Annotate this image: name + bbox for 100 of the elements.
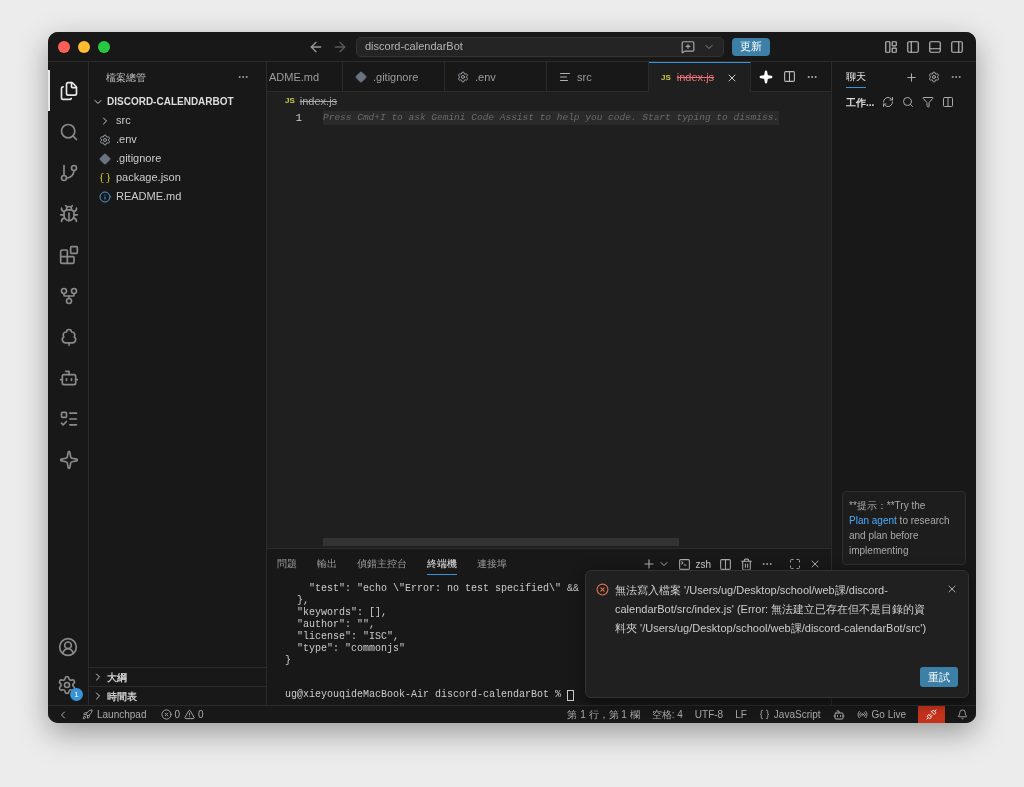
folder-name: DISCORD-CALENDARBOT <box>107 95 234 109</box>
panel-tab[interactable]: 連接埠 <box>477 553 507 575</box>
layout-icon[interactable] <box>884 39 898 54</box>
secondary-sidebar-toggle-icon[interactable] <box>950 39 964 54</box>
section-title: 大綱 <box>107 670 127 685</box>
update-button[interactable]: 更新 <box>732 37 770 56</box>
go-live-button[interactable]: Go Live <box>871 707 906 722</box>
warning-icon <box>184 709 196 720</box>
panel-tab[interactable]: 偵錯主控台 <box>357 553 407 575</box>
close-icon[interactable] <box>809 558 821 570</box>
tip-card: **提示：**Try the Plan agent to research and plan before implementing <box>842 491 966 565</box>
file-name: README.md <box>116 189 182 205</box>
file-tree-item[interactable]: .env <box>89 130 266 149</box>
tab-label: index.js <box>676 70 715 86</box>
close-icon[interactable] <box>946 583 958 595</box>
braces-icon <box>758 709 770 720</box>
editor-tab[interactable]: JS index.js <box>649 62 751 92</box>
terminal-line: "test": "echo \"Error: no test specified\" && <box>308 583 580 595</box>
terminal-prompt: ug@xieyouqideMacBook-Air discord-calendarBot % <box>285 689 563 701</box>
search-icon[interactable] <box>902 96 915 108</box>
error-count[interactable]: 0 <box>174 707 181 722</box>
command-search-field[interactable]: discord-calendarBot <box>356 36 724 57</box>
gear-icon <box>457 71 469 83</box>
tab-label: .env <box>475 69 496 85</box>
breadcrumb-item[interactable]: index.js <box>299 92 338 110</box>
terminal-line: }, <box>296 595 309 607</box>
explorer-title: 檔案總管 <box>106 70 146 85</box>
section-title: 工作... <box>846 95 875 110</box>
file-name: .gitignore <box>116 151 162 167</box>
panel-toggle-icon[interactable] <box>928 39 942 54</box>
broadcast-icon <box>856 709 868 720</box>
gear-icon <box>99 133 111 146</box>
editor-tab[interactable]: .gitignore <box>343 62 445 92</box>
file-tree-item[interactable]: package.json <box>89 168 266 187</box>
terminal-line: "keywords": [], <box>296 607 388 619</box>
file-name: package.json <box>116 170 181 186</box>
file-name: src <box>116 113 131 129</box>
chat-plus-icon[interactable] <box>681 39 695 54</box>
section-title: 時間表 <box>107 689 137 704</box>
disconnected-button[interactable] <box>918 706 945 723</box>
indentation[interactable]: 空格: 4 <box>651 707 683 722</box>
settings-icon[interactable] <box>928 71 940 83</box>
explorer-root-row[interactable]: DISCORD-CALENDARBOT <box>89 92 266 111</box>
panel-tab[interactable]: 輸出 <box>317 553 337 575</box>
retry-button[interactable]: 重試 <box>920 667 958 687</box>
terminal-icon <box>678 557 692 571</box>
shell-name[interactable]: zsh <box>695 556 711 572</box>
rocket-icon <box>82 709 93 720</box>
file-tree-item[interactable]: src <box>89 111 266 130</box>
tab-label: .gitignore <box>373 69 419 85</box>
terminal-line: "type": "commonjs" <box>296 643 406 655</box>
search-text: discord-calendarBot <box>365 39 464 55</box>
editor-tab[interactable]: .env <box>445 62 547 92</box>
error-icon <box>160 709 172 720</box>
minimize-window-button[interactable] <box>78 40 90 53</box>
notification-count-badge: 1 <box>70 688 83 701</box>
sidebar-toggle-icon[interactable] <box>906 39 920 54</box>
plus-icon[interactable] <box>905 70 918 84</box>
plug-icon <box>926 709 937 720</box>
file-name: .env <box>116 132 137 148</box>
maximize-icon[interactable] <box>789 558 801 570</box>
account-icon[interactable] <box>58 637 78 657</box>
panel-tab[interactable]: 終端機 <box>427 553 457 575</box>
trash-icon[interactable] <box>740 557 753 571</box>
panel-tab[interactable]: 問題 <box>277 553 297 575</box>
terminal-line: } <box>285 655 291 667</box>
error-message: 無法寫入檔案 '/Users/ug/Desktop/school/web課/discord-calendarBot/src/index.js' (Error: 無法建立已存在但不是目錄的資料夾 '/Users/ug/Desktop/school/web課/discord-calendarBot/src') <box>615 583 928 636</box>
split-terminal-icon[interactable] <box>719 557 732 571</box>
close-window-button[interactable] <box>58 40 70 53</box>
file-tree-item[interactable]: .gitignore <box>89 149 266 168</box>
encoding[interactable]: UTF-8 <box>694 707 724 722</box>
file-tree-item[interactable]: README.md <box>89 187 266 206</box>
filter-icon[interactable] <box>922 96 935 108</box>
chat-tab[interactable]: 聊天 <box>846 66 866 88</box>
lines-icon <box>559 71 571 83</box>
terminal-line: "license": "ISC", <box>296 631 400 643</box>
refresh-icon[interactable] <box>882 96 895 108</box>
cursor-position[interactable]: 第 1 行，第 1 欄 <box>567 707 640 722</box>
file-type-label: JS <box>661 71 671 84</box>
language-mode[interactable]: JavaScript <box>773 707 821 722</box>
info-icon <box>99 190 111 203</box>
editor-tab[interactable]: ADME.md <box>267 62 343 92</box>
diamond-icon <box>355 71 367 83</box>
warning-count[interactable]: 0 <box>198 707 204 722</box>
panel-icon[interactable] <box>942 96 955 108</box>
diamond-icon <box>99 152 111 165</box>
launchpad-button[interactable]: Launchpad <box>97 707 147 722</box>
split-editor-icon[interactable] <box>783 70 796 83</box>
bot-icon[interactable] <box>832 708 845 721</box>
error-icon <box>596 583 609 596</box>
collapsed-section-header[interactable]: 大綱 <box>89 667 266 686</box>
terminal-line: "author": "", <box>296 619 375 631</box>
new-terminal-icon[interactable] <box>642 557 657 571</box>
plan-agent-link[interactable]: Plan agent <box>849 515 897 526</box>
sparkle-icon[interactable] <box>759 69 773 84</box>
cursor-block <box>567 689 575 701</box>
bell-icon[interactable] <box>957 709 968 720</box>
maximize-window-button[interactable] <box>98 40 110 53</box>
line-ending[interactable]: LF <box>735 707 747 722</box>
file-type-label: JS <box>285 95 295 107</box>
